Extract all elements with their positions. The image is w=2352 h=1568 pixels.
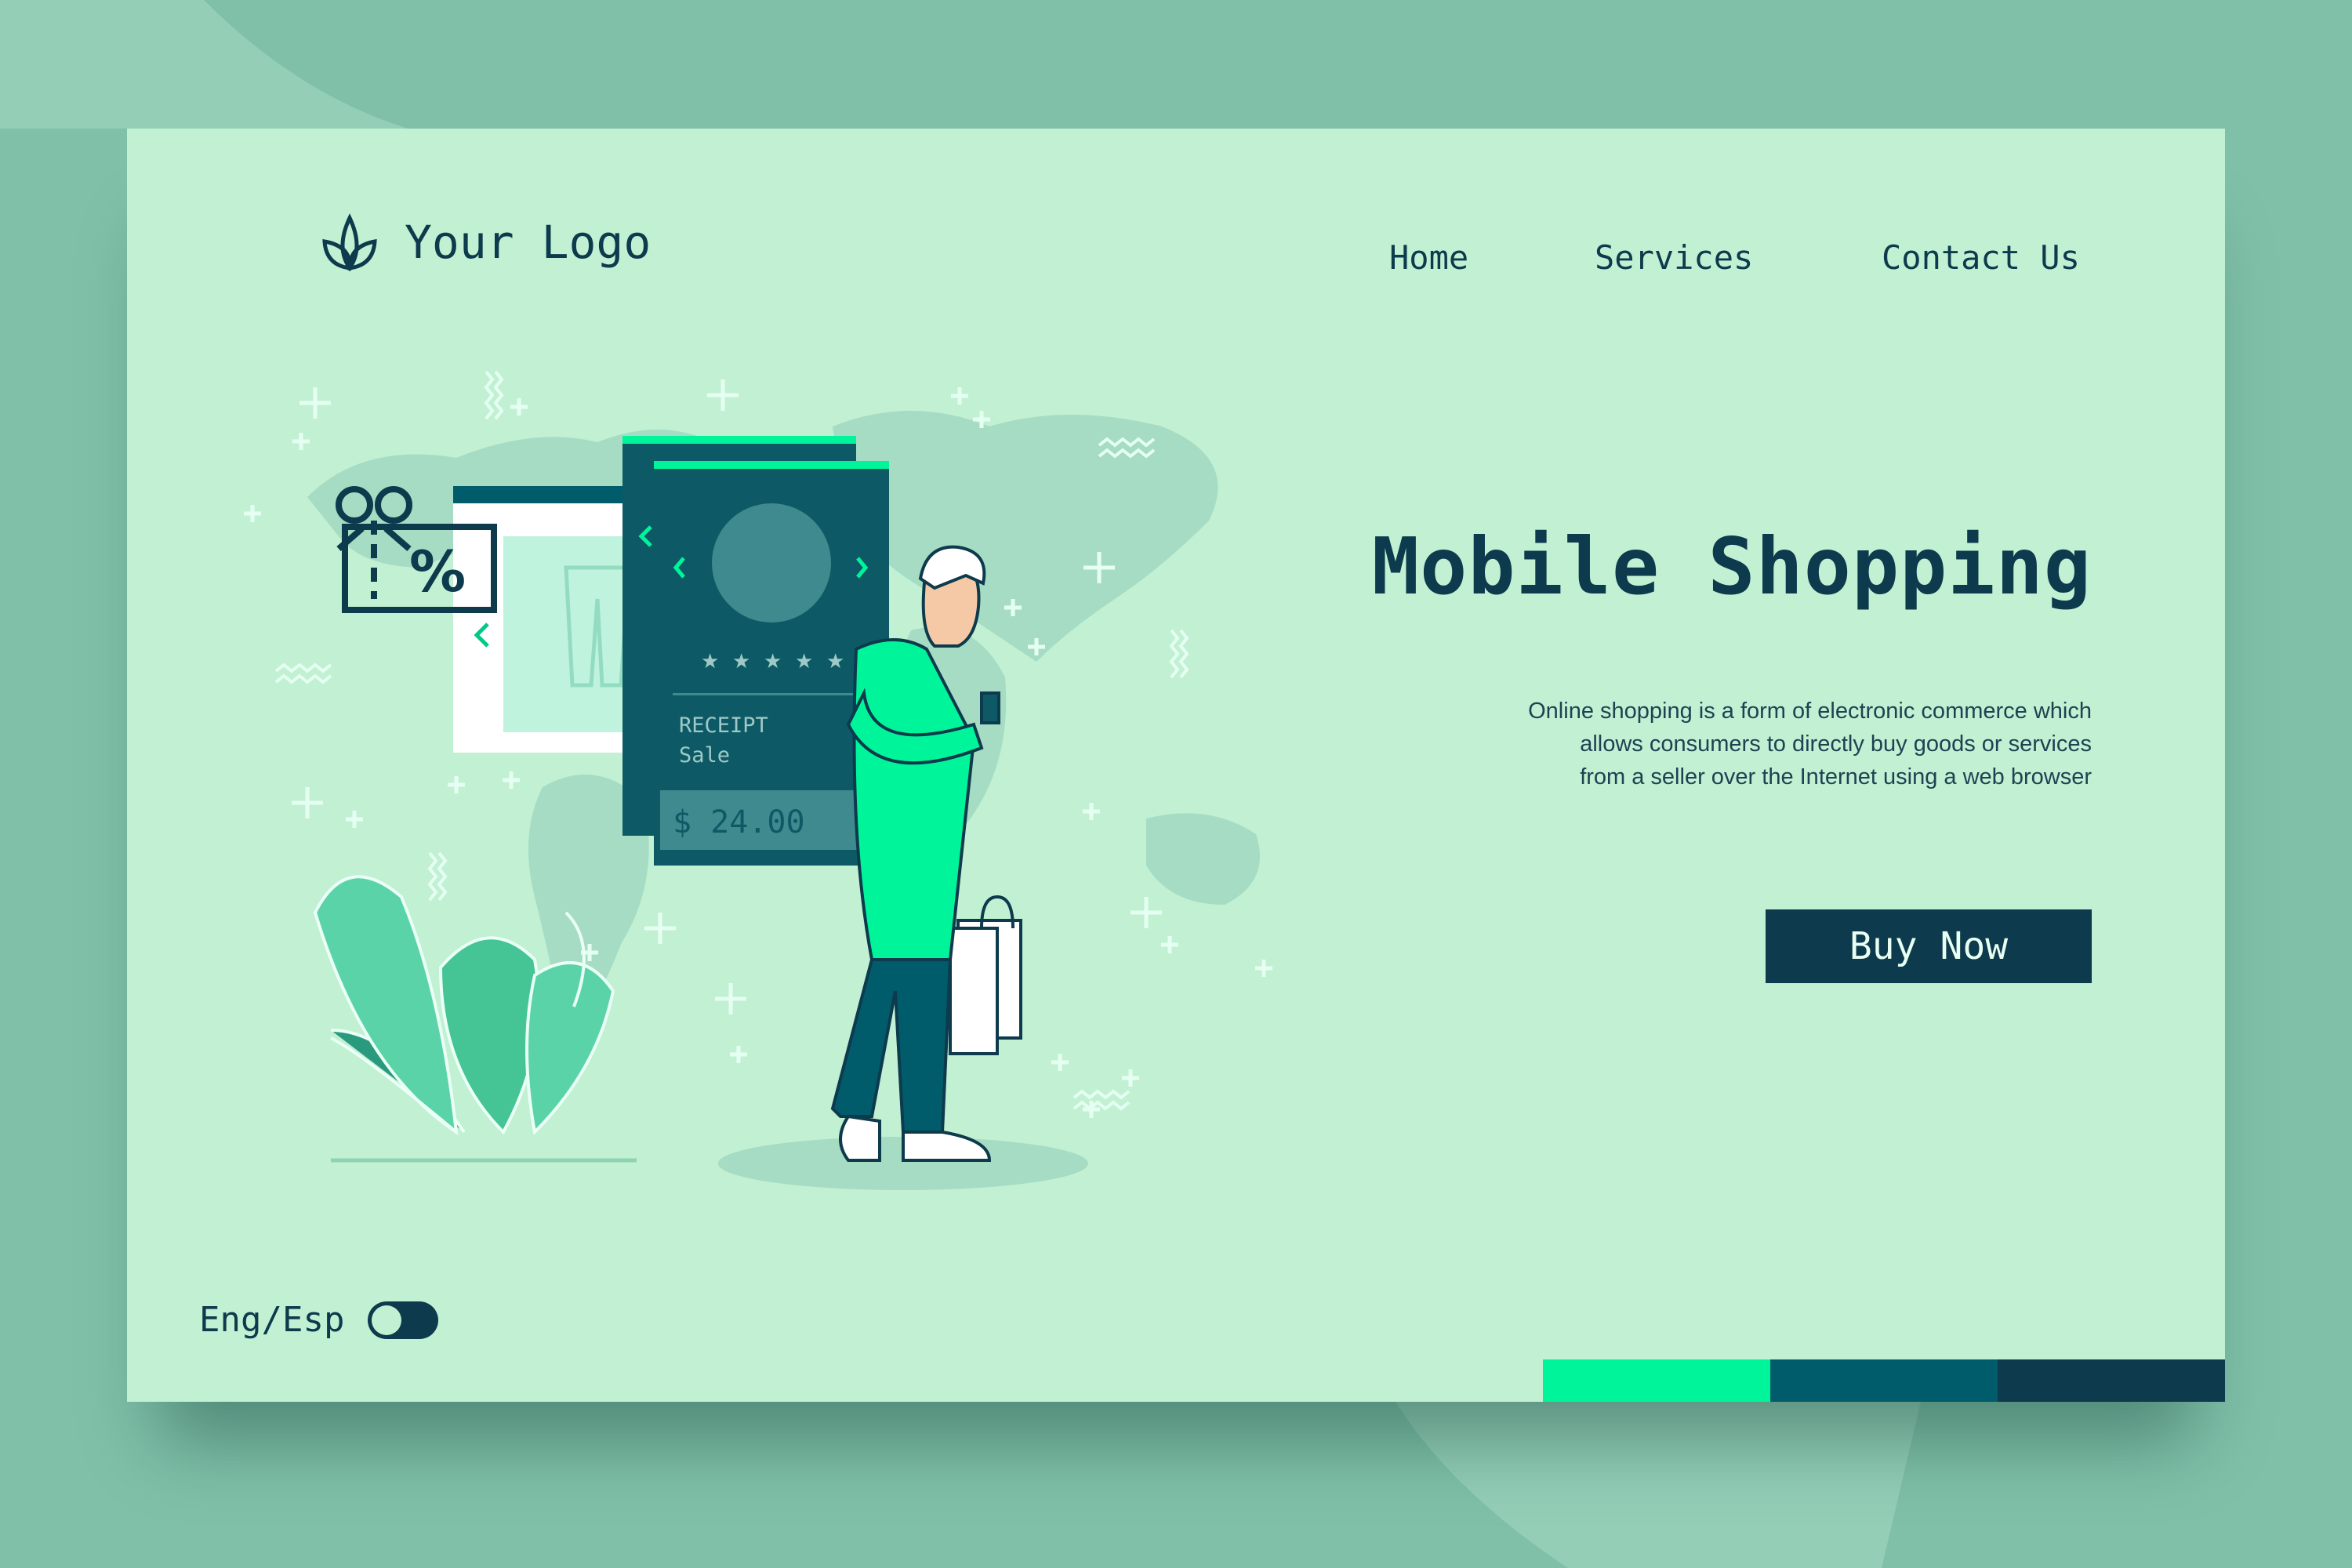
leaf-logo-icon [322,213,377,272]
gift-percent-symbol: % [409,539,466,604]
landing-card: % ★ ★ ★ ★ ★ RECEIPT Sale $ 24.00 Your Lo… [127,129,2225,1402]
svg-text:★: ★ [732,650,750,673]
hero-description-line: from a seller over the Internet using a … [1580,764,2092,789]
nav-home[interactable]: Home [1389,238,1468,277]
nav-contact-us[interactable]: Contact Us [1882,238,2080,277]
color-bars [1543,1359,2225,1402]
svg-text:★: ★ [826,650,844,673]
logo[interactable]: Your Logo [315,207,651,278]
nav-services[interactable]: Services [1595,238,1753,277]
hero-description-line: Online shopping is a form of electronic … [1528,699,2092,724]
buy-now-button[interactable]: Buy Now [1766,909,2092,983]
color-bar-accent [1543,1359,1770,1402]
color-bar-teal [1770,1359,1998,1402]
color-bar-dark [1998,1359,2225,1402]
receipt-sub: Sale [679,743,730,768]
svg-text:★: ★ [764,650,782,673]
hero-description: Online shopping is a form of electronic … [1386,695,2092,793]
svg-text:★: ★ [795,650,813,673]
hero-description-line: allows consumers to directly buy goods o… [1580,731,2092,757]
logo-text: Your Logo [405,216,652,269]
svg-text:★: ★ [701,650,719,673]
language-label: Eng/Esp [199,1300,345,1340]
receipt-price: $ 24.00 [673,804,805,840]
shopping-bags [949,895,1022,1055]
language-switch: Eng/Esp [199,1300,439,1340]
toggle-knob [372,1305,402,1335]
language-toggle[interactable] [368,1301,439,1339]
hero-title: Mobile Shopping [1371,521,2092,612]
receipt-label: RECEIPT [679,713,768,738]
